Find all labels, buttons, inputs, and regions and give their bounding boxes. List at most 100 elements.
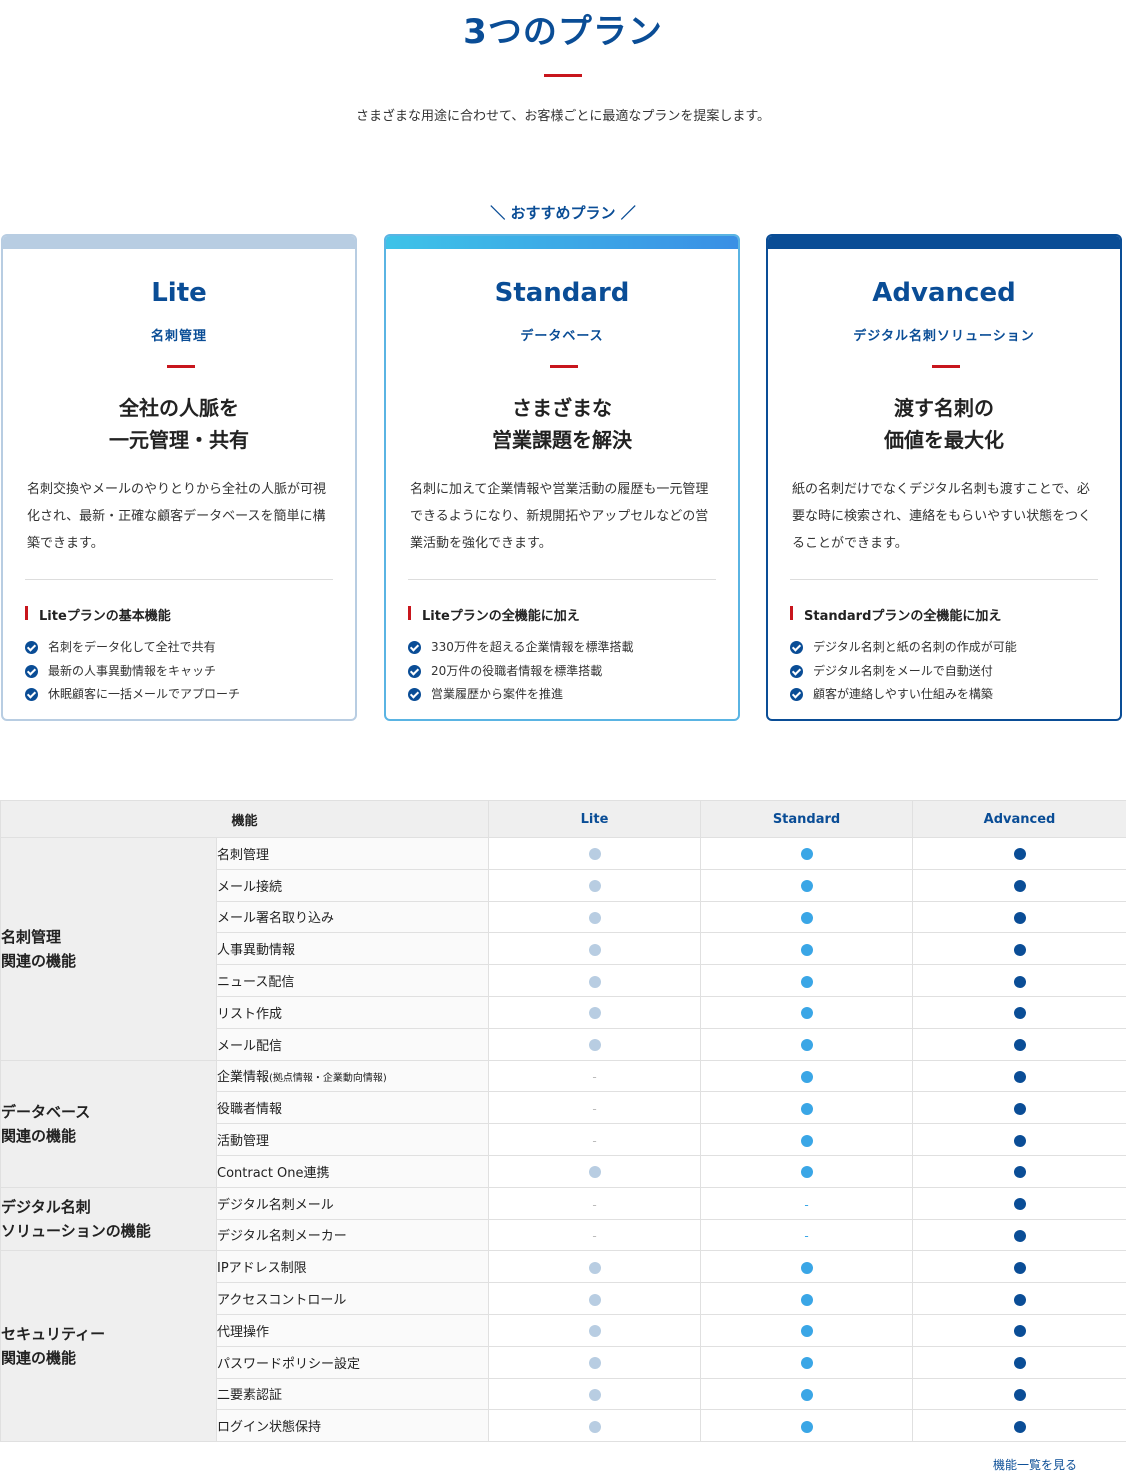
plan-feature-list: 名刺をデータ化して全社で共有 最新の人事異動情報をキャッチ 休眠顧客に一括メール… <box>25 636 345 707</box>
plan-feature-label: Liteプランの基本機能 <box>25 605 171 624</box>
availability-cell-advanced <box>912 1282 1126 1315</box>
availability-cell-advanced <box>912 1091 1126 1125</box>
availability-cell-standard: - <box>700 1218 914 1252</box>
plan-card-band <box>386 236 738 249</box>
check-circle-icon <box>25 641 38 654</box>
feature-name-cell: 役職者情報 <box>215 1091 490 1125</box>
feature-name-cell: 代理操作 <box>215 1313 490 1347</box>
plan-feature-label: Liteプランの全機能に加え <box>408 605 580 624</box>
availability-cell-standard <box>700 837 914 870</box>
feature-name-cell: リスト作成 <box>215 995 490 1029</box>
unavailable-dash: - <box>804 1197 809 1212</box>
availability-cell-lite <box>488 1345 702 1379</box>
available-dot-icon <box>1013 1388 1026 1401</box>
feature-name: IPアドレス制限 <box>217 1261 307 1277</box>
available-dot-icon <box>800 1007 813 1020</box>
feature-name: 企業情報 <box>217 1070 270 1086</box>
availability-cell-standard <box>700 932 914 966</box>
check-circle-icon <box>790 664 803 678</box>
feature-name-cell: アクセスコントロール <box>215 1282 490 1315</box>
plan-feature-list: 330万件を超える企業情報を標準搭載 20万件の役職者情報を標準搭載 営業履歴か… <box>408 636 728 707</box>
feature-name-cell: メール接続 <box>215 868 490 902</box>
available-dot-icon <box>588 1420 601 1433</box>
availability-cell-advanced <box>912 1409 1126 1443</box>
unavailable-dash: - <box>592 1197 597 1212</box>
plan-divider <box>790 579 1098 580</box>
availability-cell-lite <box>488 1313 702 1347</box>
availability-cell-standard <box>700 1154 914 1188</box>
feature-name-cell: ニュース配信 <box>215 964 490 997</box>
availability-cell-lite <box>488 1282 702 1315</box>
feature-name: 名刺管理 <box>217 847 270 863</box>
available-dot-icon <box>1013 911 1026 924</box>
availability-cell-lite: - <box>488 1123 702 1156</box>
available-dot-icon <box>800 1388 813 1401</box>
table-row: デジタル名刺 ソリューションの機能 デジタル名刺メール - - <box>0 1186 1126 1252</box>
available-dot-icon <box>800 880 813 893</box>
plan-subtitle: データベース <box>520 329 604 344</box>
available-dot-icon <box>1013 943 1026 956</box>
feature-name: ニュース配信 <box>217 975 295 991</box>
availability-cell-standard <box>700 1027 914 1061</box>
category-label-line1: 名刺管理 <box>1 927 62 946</box>
availability-cell-lite <box>488 1377 702 1411</box>
feature-name-cell: 人事異動情報 <box>215 932 490 966</box>
table-row: セキュリティー 関連の機能 IPアドレス制限 <box>0 1250 1126 1443</box>
plan-feature-text: 顧客が連絡しやすい仕組みを構築 <box>813 687 993 701</box>
category-label-line2: 関連の機能 <box>1 1126 77 1145</box>
available-dot-icon <box>1013 1198 1026 1211</box>
availability-cell-standard <box>700 868 914 902</box>
feature-name: 人事異動情報 <box>217 943 296 959</box>
table-row: データベース 関連の機能 企業情報(拠点情報・企業動向情報) - <box>0 1059 1126 1188</box>
available-dot-icon <box>800 1070 813 1083</box>
plan-feature-item: 330万件を超える企業情報を標準搭載 <box>408 636 728 660</box>
plan-feature-list: デジタル名刺と紙の名刺の作成が可能 デジタル名刺をメールで自動送付 顧客が連絡し… <box>790 636 1110 707</box>
availability-cell-standard <box>700 1059 914 1093</box>
available-dot-icon <box>800 1166 813 1179</box>
availability-cell-advanced <box>912 964 1126 997</box>
availability-cell-advanced <box>912 995 1126 1029</box>
feature-name-cell: パスワードポリシー設定 <box>215 1345 490 1379</box>
check-circle-icon <box>408 688 421 701</box>
plan-subtitle: デジタル名刺ソリューション <box>853 329 1035 344</box>
header-feature: 機能 <box>0 800 490 838</box>
available-dot-icon <box>800 1293 813 1306</box>
check-circle-icon <box>25 664 38 678</box>
category-label: データベース 関連の機能 <box>0 1059 217 1188</box>
availability-cell-advanced <box>912 1250 1126 1284</box>
plan-subtitle: 名刺管理 <box>150 329 207 344</box>
feature-list-link[interactable]: 機能一覧を見る <box>993 1456 1077 1473</box>
available-dot-icon <box>1013 1357 1026 1370</box>
plan-headline: さまざまな 営業課題を解決 <box>386 392 738 456</box>
availability-cell-advanced <box>912 868 1126 902</box>
plan-headline-line2: 営業課題を解決 <box>492 428 632 452</box>
feature-name: メール署名取り込み <box>217 911 335 927</box>
plan-description: 名刺に加えて企業情報や営業活動の履歴も一元管理できるようになり、新規開拓やアップ… <box>410 482 709 551</box>
available-dot-icon <box>588 943 601 956</box>
available-dot-icon <box>1013 1229 1026 1242</box>
unavailable-dash: - <box>592 1229 597 1244</box>
available-dot-icon <box>588 1388 601 1401</box>
plan-headline-line1: 渡す名刺の <box>894 396 994 420</box>
availability-cell-advanced <box>912 1186 1126 1220</box>
availability-cell-advanced <box>912 1377 1126 1411</box>
availability-cell-standard: - <box>700 1186 914 1220</box>
available-dot-icon <box>1013 1007 1026 1020</box>
plan-feature-text: 名刺をデータ化して全社で共有 <box>48 640 216 654</box>
plan-card-standard: Standard データベース さまざまな 営業課題を解決 名刺に加えて企業情報… <box>384 234 740 721</box>
category-label-line1: デジタル名刺 <box>1 1198 91 1217</box>
feature-name-cell: Contract One連携 <box>215 1154 490 1188</box>
plan-card-band <box>3 236 355 249</box>
available-dot-icon <box>800 943 813 956</box>
availability-cell-lite <box>488 837 702 870</box>
available-dot-icon <box>1013 1420 1026 1433</box>
feature-name: 二要素認証 <box>217 1388 283 1404</box>
availability-cell-lite: - <box>488 1218 702 1252</box>
available-dot-icon <box>1013 1166 1026 1179</box>
check-circle-icon <box>790 688 803 701</box>
available-dot-icon <box>1013 1134 1026 1147</box>
category-label-line2: ソリューションの機能 <box>1 1222 151 1241</box>
feature-name: メール接続 <box>217 879 283 895</box>
category-label: 名刺管理 関連の機能 <box>0 837 217 1061</box>
plan-feature-item: 最新の人事異動情報をキャッチ <box>25 660 345 684</box>
